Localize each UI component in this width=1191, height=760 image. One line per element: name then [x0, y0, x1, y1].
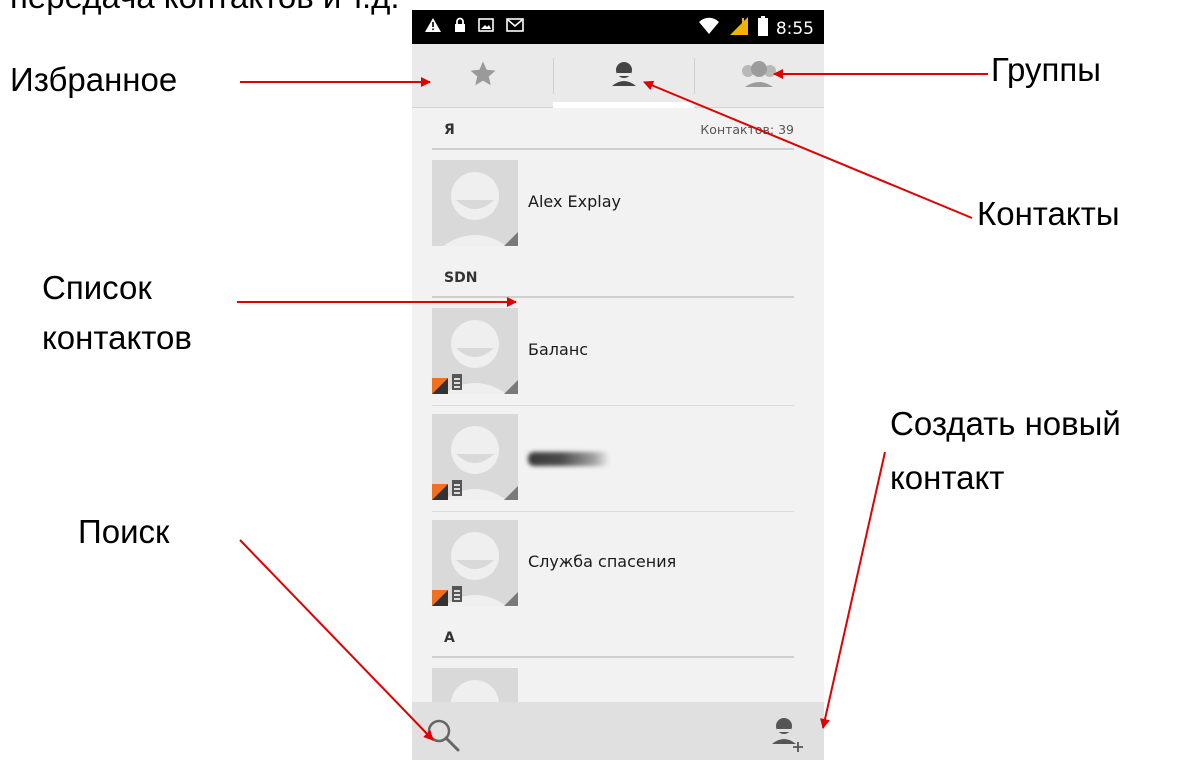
phone-screen: 8:55 Я Контактов: 39 Alex Explay SDN Бал… [412, 10, 824, 760]
section-header: A [432, 616, 794, 658]
tab-bar [412, 44, 824, 108]
row-divider [432, 405, 794, 406]
arrow-search [239, 539, 434, 741]
arrow-create [820, 451, 886, 729]
contact-name: Служба спасения [528, 552, 677, 571]
avatar [432, 308, 518, 394]
row-divider [432, 511, 794, 512]
annotation-create-2: контакт [890, 459, 1005, 496]
avatar [432, 414, 518, 500]
contact-row[interactable]: Баланс [432, 308, 794, 406]
add-contact-button[interactable] [766, 712, 810, 756]
person-icon [609, 59, 639, 94]
blurred-contact-name [528, 452, 610, 466]
image-icon [478, 18, 494, 37]
section-header: Я Контактов: 39 [432, 108, 794, 150]
status-bar: 8:55 [412, 10, 824, 44]
tab-contacts[interactable] [553, 44, 694, 108]
bottom-action-bar [412, 702, 824, 760]
contact-name: Баланс [528, 340, 589, 359]
contact-row[interactable]: Alex Explay [432, 160, 794, 248]
wifi-icon [698, 17, 720, 40]
contact-name: Alex Explay [528, 192, 621, 211]
tab-favorites[interactable] [412, 44, 553, 108]
lock-icon [454, 17, 466, 38]
annotation-contact-list-1: Список [42, 269, 152, 306]
signal-icon [728, 16, 750, 41]
star-icon [468, 59, 498, 94]
warning-icon [424, 17, 442, 38]
gmail-icon [506, 18, 524, 37]
search-icon [424, 719, 464, 760]
annotation-favorites: Избранное [10, 61, 178, 98]
section-letter: Я [444, 122, 455, 138]
annotation-search: Поиск [78, 513, 170, 550]
contact-count: Контактов: 39 [700, 122, 794, 137]
contact-row[interactable] [432, 414, 794, 512]
page-heading-partial: передача контактов и т.д. [10, 0, 400, 16]
group-icon [737, 59, 781, 94]
status-time: 8:55 [775, 18, 814, 39]
section-letter: A [444, 630, 455, 646]
battery-icon [757, 16, 768, 41]
avatar [432, 160, 518, 246]
tab-groups[interactable] [694, 44, 824, 108]
search-button[interactable] [424, 716, 464, 756]
add-contact-icon [766, 718, 810, 760]
contact-row[interactable]: Служба спасения [432, 520, 794, 608]
annotation-groups: Группы [991, 51, 1101, 88]
contact-list[interactable]: Я Контактов: 39 Alex Explay SDN Баланс С… [412, 108, 824, 710]
annotation-contacts: Контакты [977, 195, 1120, 232]
avatar [432, 520, 518, 606]
section-header: SDN [432, 256, 794, 298]
annotation-contact-list-2: контактов [42, 319, 192, 356]
annotation-create-1: Создать новый [890, 405, 1121, 442]
section-letter: SDN [444, 270, 478, 286]
